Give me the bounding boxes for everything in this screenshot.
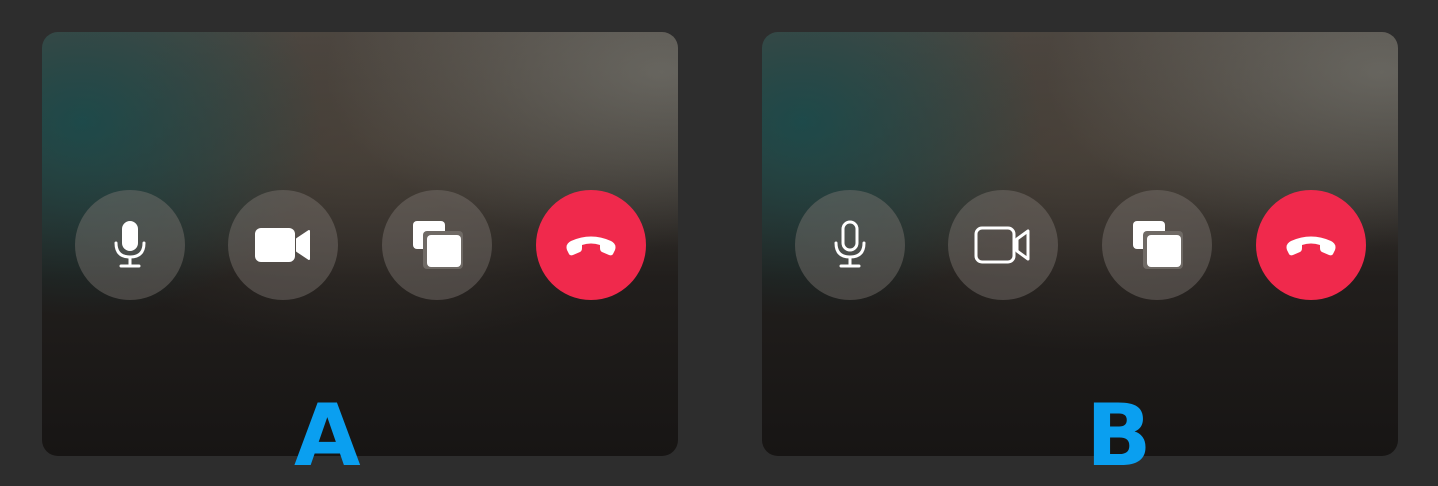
end-call-icon — [1281, 230, 1341, 260]
mute-button[interactable] — [75, 190, 185, 300]
microphone-icon — [830, 217, 870, 273]
end-call-icon — [561, 230, 621, 260]
variant-label-a: A — [294, 386, 361, 486]
variant-label-b: B — [1086, 386, 1152, 486]
share-screen-icon — [409, 217, 465, 273]
video-button[interactable] — [948, 190, 1058, 300]
video-camera-icon — [973, 223, 1033, 267]
end-call-button[interactable] — [536, 190, 646, 300]
video-camera-icon — [253, 225, 313, 265]
video-button[interactable] — [228, 190, 338, 300]
share-screen-button[interactable] — [382, 190, 492, 300]
share-screen-icon — [1129, 217, 1185, 273]
end-call-button[interactable] — [1256, 190, 1366, 300]
call-panel-b — [762, 32, 1398, 456]
mute-button[interactable] — [795, 190, 905, 300]
share-screen-button[interactable] — [1102, 190, 1212, 300]
microphone-icon — [110, 217, 150, 273]
